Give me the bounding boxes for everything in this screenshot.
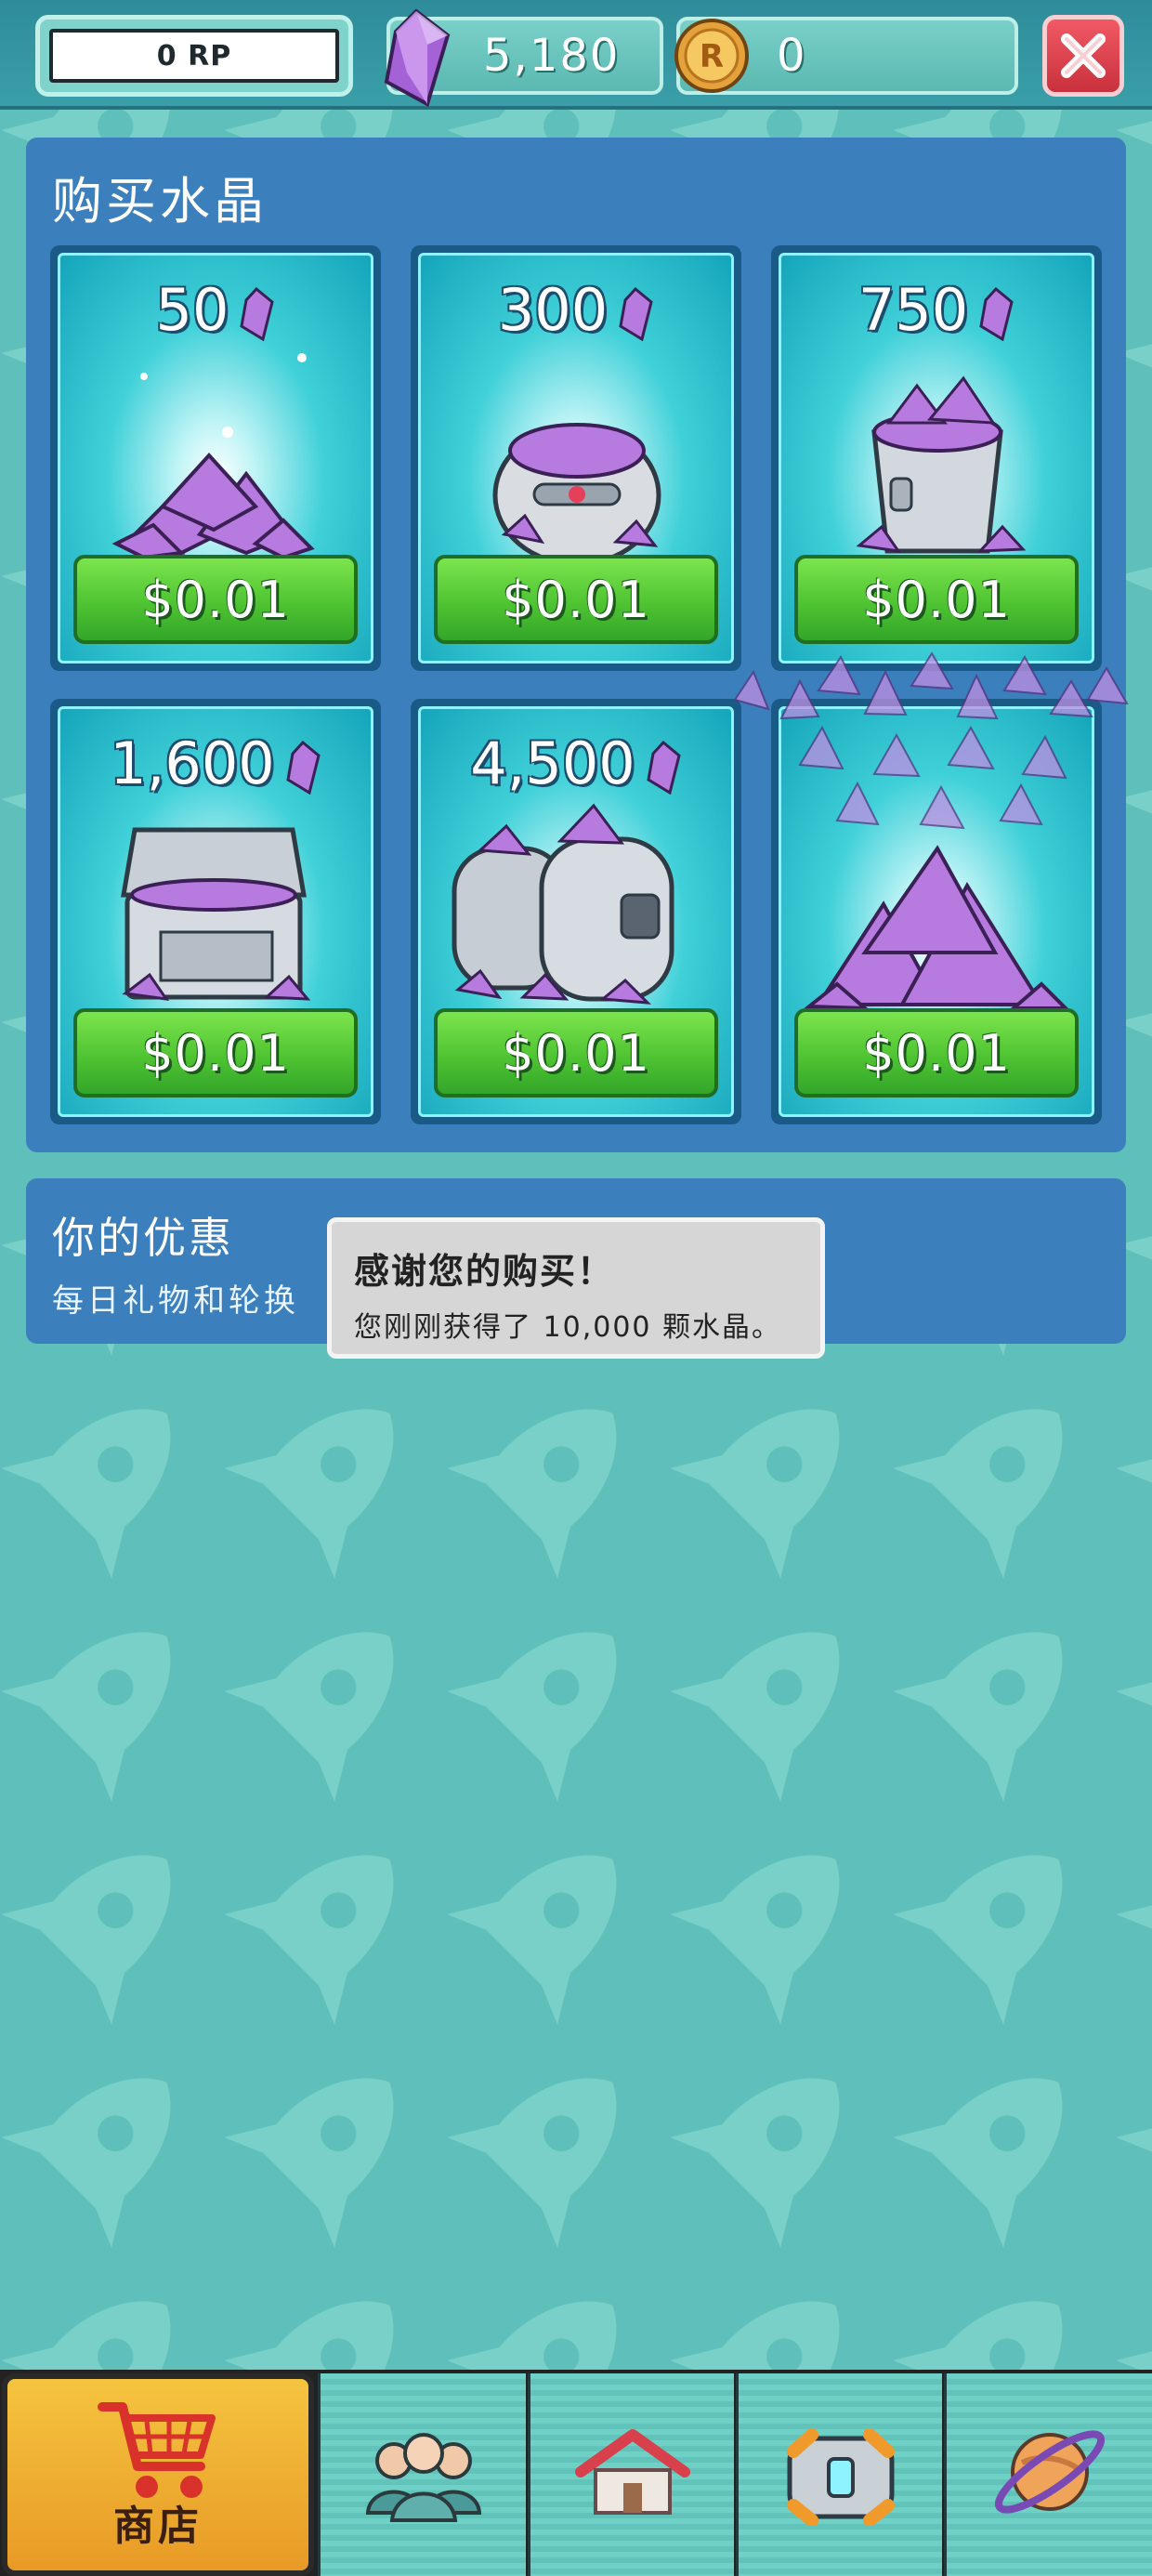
crystal-pack-card[interactable]: 4,500 $0.01 — [411, 699, 741, 1124]
buy-button[interactable]: $0.01 — [434, 555, 718, 644]
crystal-icon — [979, 286, 1014, 341]
rocket-pattern-icon — [670, 1581, 891, 1802]
coin-counter[interactable]: R 0 — [674, 17, 1018, 95]
crystal-counter[interactable]: 5,180 — [384, 8, 663, 107]
pack-amount: 1,600 — [60, 729, 371, 797]
toast-body: 您刚刚获得了 10,000 颗水晶。 — [354, 1311, 782, 1344]
buy-button[interactable]: $0.01 — [794, 1008, 1079, 1097]
coin-icon: R — [674, 19, 749, 93]
rocket-pattern-icon — [447, 1581, 668, 1802]
crystal-pack-card[interactable]: $0.01 — [733, 651, 1129, 1124]
cart-icon — [98, 2402, 216, 2498]
rocket-pattern-icon — [893, 1804, 1114, 2025]
buy-button[interactable]: $0.01 — [73, 1008, 358, 1097]
rocket-pattern-icon — [893, 1581, 1114, 1802]
panel-title: 购买水晶 — [52, 172, 268, 230]
tab-shop[interactable]: 商店 — [2, 2373, 314, 2576]
close-icon — [1061, 33, 1106, 78]
svg-text:R: R — [700, 38, 724, 75]
pack-amount: 750 — [781, 276, 1092, 344]
card-background: $0.01 — [733, 651, 1129, 1117]
purchase-toast: 感谢您的购买！ 您刚刚获得了 10,000 颗水晶。 — [327, 1217, 825, 1359]
top-bar: 0 RP 5,180 R 0 — [0, 0, 1152, 110]
planet-icon — [994, 2430, 1105, 2514]
card-background: 1,600 $0.01 — [58, 706, 373, 1117]
buy-button[interactable]: $0.01 — [73, 555, 358, 644]
house-icon — [574, 2429, 690, 2515]
tab-shop-label: 商店 — [113, 2503, 203, 2550]
rocket-pattern-icon — [1116, 1804, 1152, 2025]
tab-inventory[interactable] — [736, 2373, 942, 2576]
crystal-pack-card[interactable]: 300 $0.01 — [411, 245, 741, 671]
rocket-pattern-icon — [1, 2027, 222, 2248]
buy-button[interactable]: $0.01 — [434, 1008, 718, 1097]
pack-amount: 300 — [421, 276, 731, 344]
coin-count: 0 — [777, 30, 807, 82]
pack-amount: 4,500 — [421, 729, 731, 797]
crystal-count: 5,180 — [483, 30, 621, 82]
rocket-pattern-icon — [447, 2027, 668, 2248]
crystal-pack-card[interactable]: 1,600 $0.01 — [50, 699, 381, 1124]
rocket-pattern-icon — [447, 1358, 668, 1579]
pack-amount: 50 — [60, 276, 371, 344]
crystal-pack-card[interactable]: 750 $0.01 — [771, 245, 1102, 671]
tab-galaxy[interactable] — [944, 2373, 1152, 2576]
rocket-pattern-icon — [1, 1581, 222, 1802]
rocket-pattern-icon — [670, 1804, 891, 2025]
buy-button[interactable]: $0.01 — [794, 555, 1079, 644]
chest-icon — [786, 2428, 895, 2526]
crystal-icon — [240, 286, 275, 341]
card-background: 300 $0.01 — [418, 253, 734, 664]
crystal-icon — [647, 740, 681, 795]
offers-subtitle: 每日礼物和轮换 — [52, 1282, 299, 1320]
card-background: 750 $0.01 — [779, 253, 1094, 664]
rocket-pattern-icon — [670, 1358, 891, 1579]
card-background: 4,500 $0.01 — [418, 706, 734, 1117]
crystal-icon — [619, 286, 653, 341]
toast-title: 感谢您的购买！ — [354, 1251, 615, 1292]
tab-home[interactable] — [528, 2373, 734, 2576]
offers-title: 你的优惠 — [52, 1213, 234, 1263]
rocket-pattern-icon — [1116, 1358, 1152, 1579]
bottom-navigation: 商店 — [0, 2370, 1152, 2576]
rocket-pattern-icon — [670, 2027, 891, 2248]
crystal-icon — [384, 8, 451, 107]
rocket-pattern-icon — [893, 2027, 1114, 2248]
rocket-pattern-icon — [447, 1804, 668, 2025]
rocket-pattern-icon — [1116, 1581, 1152, 1802]
rocket-pattern-icon — [1, 1358, 222, 1579]
rocket-pattern-icon — [893, 1358, 1114, 1579]
rocket-pattern-icon — [224, 2027, 445, 2248]
rocket-pattern-icon — [224, 1358, 445, 1579]
people-icon — [365, 2433, 481, 2522]
crystal-icon — [286, 740, 321, 795]
rp-label: 0 RP — [49, 29, 339, 83]
tab-crew[interactable] — [318, 2373, 526, 2576]
crystal-pack-card[interactable]: 50 $0.01 — [50, 245, 381, 671]
rocket-pattern-icon — [224, 1581, 445, 1802]
card-background: 50 $0.01 — [58, 253, 373, 664]
rocket-pattern-icon — [1, 1804, 222, 2025]
rocket-pattern-icon — [224, 1804, 445, 2025]
buy-crystals-panel: 购买水晶 50 $0.01 300 $0.01 750 $0.01 1,600 … — [26, 138, 1129, 1152]
rp-display: 0 RP — [35, 15, 353, 97]
close-button[interactable] — [1042, 15, 1124, 97]
rocket-pattern-icon — [1116, 2027, 1152, 2248]
